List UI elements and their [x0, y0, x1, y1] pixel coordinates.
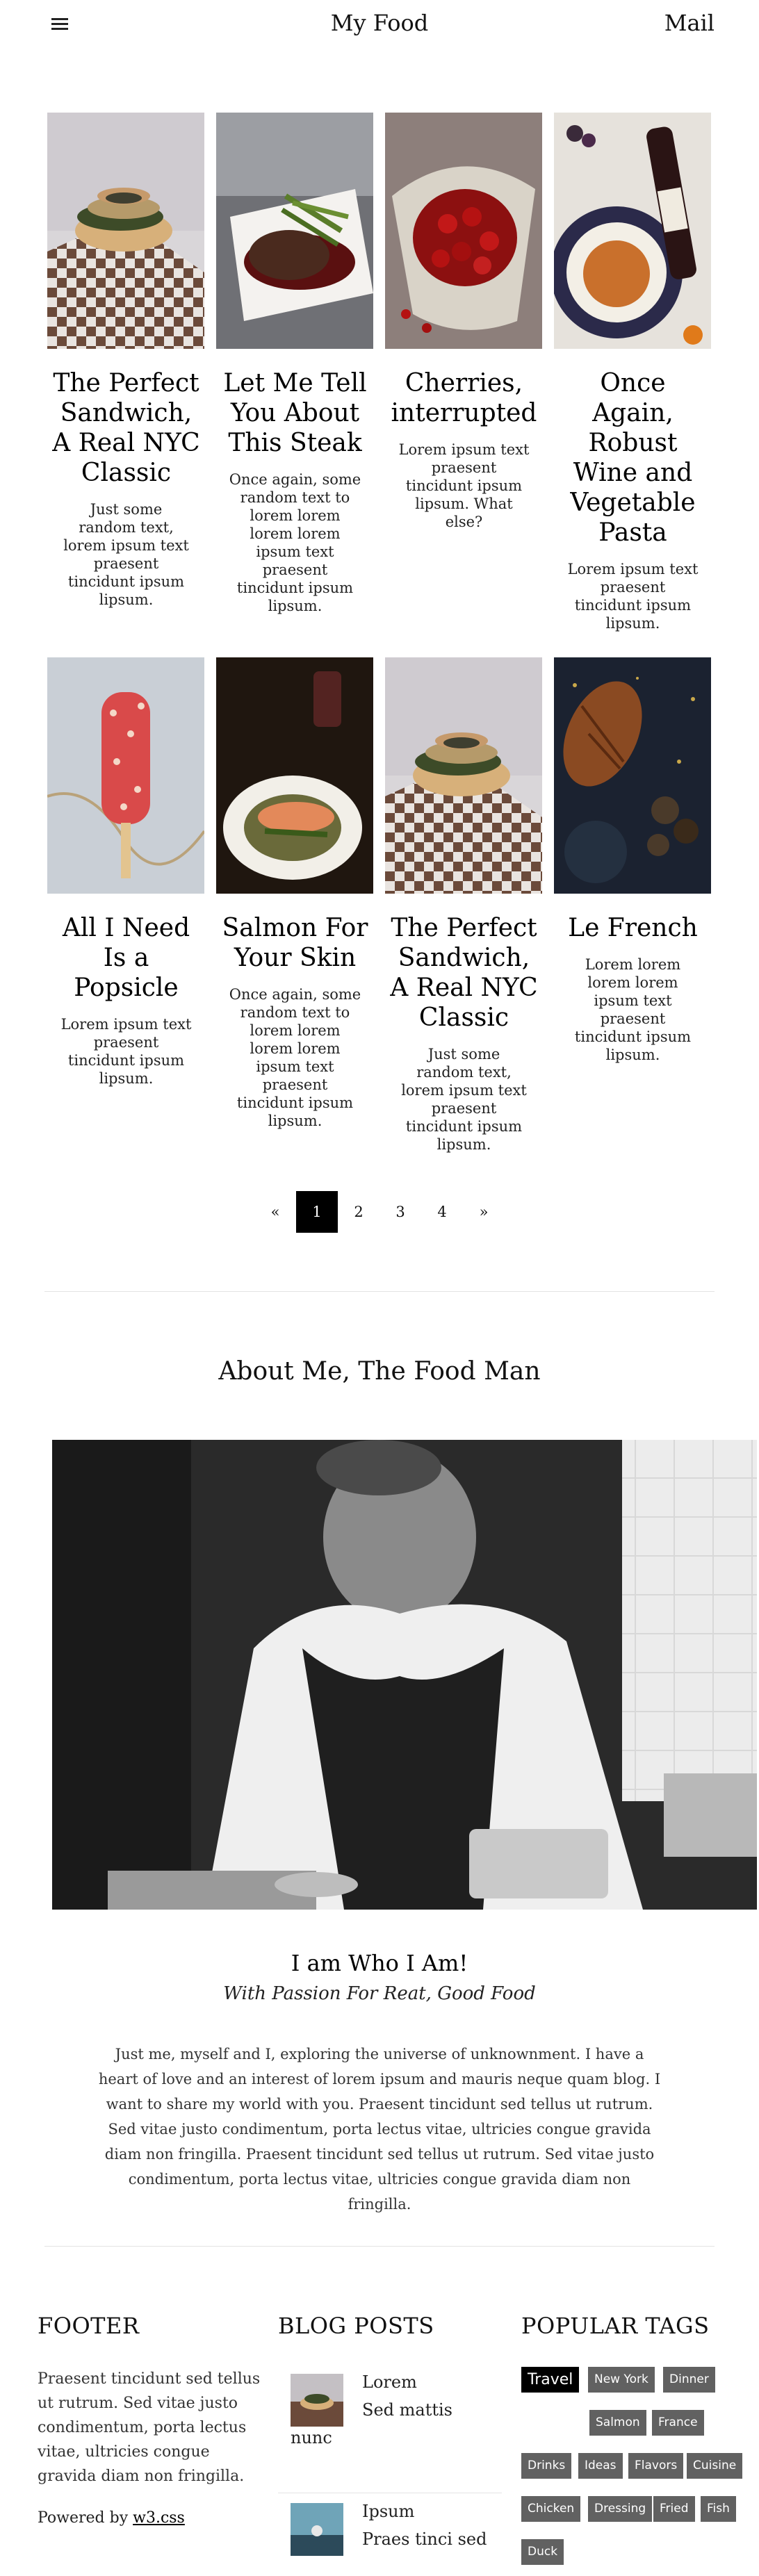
- post-card: The Perfect Sandwich, A Real NYC Classic…: [380, 657, 548, 1154]
- tag-ideas[interactable]: Ideas: [578, 2453, 623, 2479]
- footer-heading: FOOTER: [38, 2313, 140, 2339]
- tag-dressing[interactable]: Dressing: [588, 2496, 653, 2522]
- tag-salmon[interactable]: Salmon: [589, 2410, 646, 2436]
- post-title[interactable]: All I Need Is a Popsicle: [47, 913, 205, 1003]
- pagination: « 1 2 3 4 »: [0, 1191, 759, 1233]
- post-title[interactable]: The Perfect Sandwich, A Real NYC Classic: [47, 368, 205, 488]
- powered-by-label: Powered by: [38, 2509, 133, 2527]
- tag-fried[interactable]: Fried: [653, 2496, 695, 2522]
- blog-post-title: Lorem: [362, 2372, 417, 2392]
- site-title: My Food: [330, 10, 429, 36]
- cherries-image[interactable]: [385, 113, 542, 349]
- blog-post-subtitle: Sed mattis: [362, 2400, 452, 2420]
- footer-column: FOOTER Praesent tincidunt sed tellus ut …: [38, 2313, 267, 2527]
- top-navigation-bar: My Food Mail: [0, 0, 759, 47]
- post-excerpt: Just some random text, lorem ipsum text …: [401, 1046, 527, 1153]
- popsicle-image[interactable]: [47, 657, 204, 894]
- about-heading: About Me, The Food Man: [218, 1357, 541, 1386]
- post-excerpt: Lorem ipsum text praesent tincidunt ipsu…: [398, 441, 530, 530]
- about-name: I am Who I Am!: [291, 1950, 468, 1976]
- pagination-page-1[interactable]: 1: [296, 1191, 338, 1233]
- tag-cuisine[interactable]: Cuisine: [687, 2453, 743, 2479]
- blog-post-subtitle-continued: nunc: [291, 2428, 332, 2447]
- about-body: Just me, myself and I, exploring the uni…: [98, 2046, 661, 2213]
- tag-france[interactable]: France: [652, 2410, 704, 2436]
- pagination-next[interactable]: »: [463, 1191, 505, 1233]
- blog-post-thumbnail: [291, 2374, 343, 2427]
- chef-photo: [52, 1440, 757, 1910]
- post-excerpt: Lorem ipsum text praesent tincidunt ipsu…: [567, 561, 699, 632]
- section-divider: [44, 2246, 715, 2247]
- pagination-page-4[interactable]: 4: [421, 1191, 463, 1233]
- salmon-image[interactable]: [216, 657, 373, 894]
- post-card: Once Again, Robust Wine and Vegetable Pa…: [548, 113, 717, 632]
- blog-post-item[interactable]: Ipsum Praes tinci sed: [278, 2493, 502, 2563]
- pagination-prev[interactable]: «: [254, 1191, 296, 1233]
- post-card: Salmon For Your Skin Once again, some ra…: [211, 657, 380, 1154]
- post-excerpt: Lorem lorem lorem lorem ipsum text praes…: [574, 956, 692, 1063]
- post-card: Cherries, interrupted Lorem ipsum text p…: [380, 113, 548, 632]
- blog-post-title: Ipsum: [362, 2502, 415, 2521]
- tag-dinner[interactable]: Dinner: [663, 2367, 715, 2393]
- post-grid-row-1: The Perfect Sandwich, A Real NYC Classic…: [42, 113, 717, 632]
- popular-tags-heading: POPULAR TAGS: [521, 2313, 710, 2339]
- tag-drinks[interactable]: Drinks: [521, 2453, 572, 2479]
- tag-travel[interactable]: Travel: [521, 2367, 580, 2393]
- blog-posts-heading: BLOG POSTS: [278, 2313, 434, 2339]
- section-divider: [44, 1291, 715, 1292]
- post-title[interactable]: Salmon For Your Skin: [216, 913, 374, 973]
- post-title[interactable]: Cherries, interrupted: [385, 368, 543, 428]
- powered-by: Powered by w3.css: [38, 2509, 267, 2527]
- menu-hamburger-icon[interactable]: [50, 15, 70, 32]
- about-tagline: With Passion For Reat, Good Food: [223, 1983, 536, 2004]
- tag-fish[interactable]: Fish: [701, 2496, 736, 2522]
- footer-text: Praesent tincidunt sed tellus ut rutrum.…: [38, 2370, 261, 2485]
- tag-chicken[interactable]: Chicken: [521, 2496, 581, 2522]
- post-card: The Perfect Sandwich, A Real NYC Classic…: [42, 113, 211, 632]
- post-card: All I Need Is a Popsicle Lorem ipsum tex…: [42, 657, 211, 1154]
- post-title[interactable]: Let Me Tell You About This Steak: [216, 368, 374, 458]
- blog-post-thumbnail: [291, 2503, 343, 2556]
- tag-flavors[interactable]: Flavors: [628, 2453, 684, 2479]
- post-excerpt: Once again, some random text to lorem lo…: [229, 471, 361, 614]
- french-food-image[interactable]: [554, 657, 711, 894]
- post-title[interactable]: The Perfect Sandwich, A Real NYC Classic: [385, 913, 543, 1033]
- sandwich-image[interactable]: [47, 113, 204, 349]
- post-excerpt: Just some random text, lorem ipsum text …: [63, 501, 189, 608]
- post-grid-row-2: All I Need Is a Popsicle Lorem ipsum tex…: [42, 657, 717, 1154]
- post-title[interactable]: Once Again, Robust Wine and Vegetable Pa…: [554, 368, 712, 548]
- post-excerpt: Lorem ipsum text praesent tincidunt ipsu…: [60, 1016, 192, 1087]
- post-excerpt: Once again, some random text to lorem lo…: [229, 986, 361, 1129]
- mail-link[interactable]: Mail: [664, 10, 715, 36]
- tag-duck[interactable]: Duck: [521, 2539, 564, 2565]
- tag-new-york[interactable]: New York: [588, 2367, 655, 2393]
- blog-posts-column: BLOG POSTS Lorem Sed mattis nunc Ipsum P…: [278, 2313, 502, 2563]
- pagination-page-3[interactable]: 3: [380, 1191, 421, 1233]
- w3css-link[interactable]: w3.css: [133, 2509, 185, 2527]
- popular-tags-column: POPULAR TAGS Travel New York Dinner Salm…: [521, 2313, 751, 2565]
- steak-image[interactable]: [216, 113, 373, 349]
- sandwich-image[interactable]: [385, 657, 542, 894]
- post-title[interactable]: Le French: [554, 913, 712, 943]
- wine-pasta-image[interactable]: [554, 113, 711, 349]
- blog-post-item[interactable]: Lorem Sed mattis nunc: [278, 2364, 502, 2493]
- pagination-page-2[interactable]: 2: [338, 1191, 380, 1233]
- blog-post-subtitle: Praes tinci sed: [362, 2529, 487, 2549]
- post-card: Le French Lorem lorem lorem lorem ipsum …: [548, 657, 717, 1154]
- post-card: Let Me Tell You About This Steak Once ag…: [211, 113, 380, 632]
